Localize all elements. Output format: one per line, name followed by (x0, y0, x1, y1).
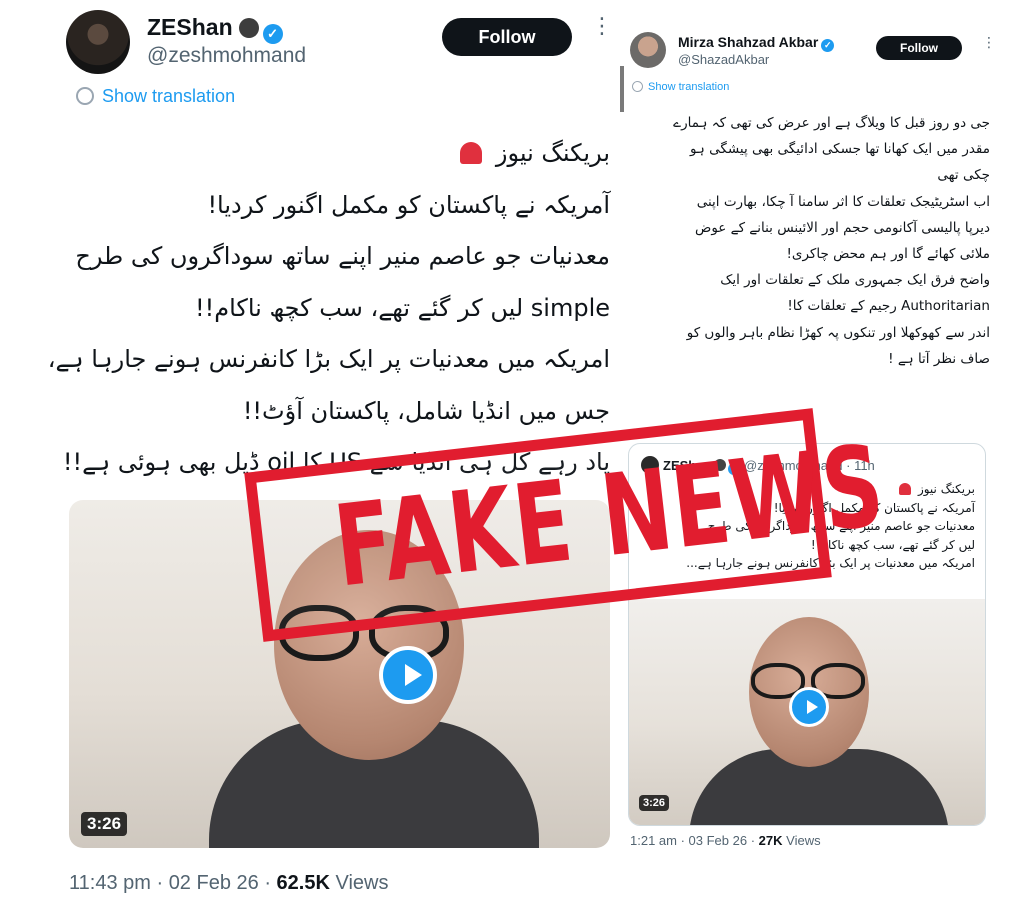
video-duration: 3:26 (639, 795, 670, 811)
tweet-line: جی دو روز قبل کا ویلاگ ہے اور عرض کی تھی… (673, 115, 990, 131)
author-name[interactable]: Mirza Shahzad Akbar ✓ (678, 34, 835, 52)
tweet-line: معدنیات جو عاصم منیر اپنے ساتھ سوداگروں … (75, 242, 610, 270)
affiliation-badge-icon (238, 18, 259, 38)
author-name[interactable]: ZEShan ✓ (147, 14, 283, 44)
thread-line (620, 66, 624, 112)
tweet-meta: 1:21 am · 03 Feb 26 · 27K Views (630, 833, 821, 848)
tweet-line: مقدر میں ایک کھانا تھا جسکی ادائیگی بھی … (689, 141, 990, 158)
show-translation-label: Show translation (102, 86, 236, 106)
verified-badge-icon: ✓ (821, 39, 835, 52)
tweet-line: امریکہ میں معدنیات پر ایک بڑا کانفرنس ہو… (47, 345, 610, 373)
video-duration: 3:26 (81, 812, 128, 836)
tweet-line: جس میں انڈیا شامل، پاکستان آؤٹ!! (242, 396, 610, 425)
views-label: Views (335, 872, 389, 894)
show-translation-link[interactable]: Show translation (632, 81, 729, 93)
tweet-time[interactable]: 11:43 pm (69, 872, 151, 894)
translate-icon (76, 87, 94, 105)
avatar[interactable] (630, 32, 666, 68)
views-count: 27K (758, 833, 783, 848)
views-label: Views (786, 833, 821, 848)
tweet-text: جی دو روز قبل کا ویلاگ ہے اور عرض کی تھی… (626, 110, 990, 372)
tweet-line: اندر سے کھوکھلا اور تنکوں پہ کھڑا نظام ب… (686, 324, 990, 341)
tweet-line: ملائی کھائے گا اور ہم محض چاکری! (786, 245, 991, 262)
play-icon[interactable] (379, 646, 437, 704)
tweet-date[interactable]: 03 Feb 26 (689, 833, 748, 848)
tweet-date[interactable]: 02 Feb 26 (169, 872, 259, 894)
tweet-line: اب اسٹریٹیجک تعلقات کا اثر سامنا آ چکا، … (696, 193, 990, 210)
follow-button[interactable]: Follow (442, 18, 572, 56)
more-options-icon[interactable]: ⋮ (591, 16, 613, 38)
display-name[interactable]: ZEShan (147, 14, 233, 40)
show-translation-link[interactable]: Show translation (76, 86, 235, 107)
avatar[interactable] (66, 10, 130, 74)
tweet-text: بریکنگ نیوز آمریکہ نے پاکستان کو مکمل اگ… (47, 128, 610, 489)
siren-emoji-icon (460, 142, 483, 164)
verified-badge-icon: ✓ (262, 24, 283, 44)
author-handle[interactable]: @ShazadAkbar (678, 52, 769, 67)
tweet-line: بریکنگ نیوز (60, 128, 610, 180)
tweet-line: واضح فرق ایک جمہوری ملک کے تعلقات اور ای… (720, 272, 990, 289)
tweet-line: آمریکہ نے پاکستان کو مکمل اگنور کردیا! (207, 190, 610, 219)
stamp-text: FAKE NEWS (328, 421, 891, 613)
tweet-time[interactable]: 1:21 am (630, 833, 677, 848)
author-handle[interactable]: @zeshmohmand (147, 44, 306, 68)
tweet-meta: 11:43 pm · 02 Feb 26 · 62.5K Views (69, 872, 389, 894)
play-icon[interactable] (789, 687, 829, 727)
tweet-line: چکی تھی (937, 167, 990, 184)
more-options-icon[interactable]: ⋮ (982, 36, 996, 50)
display-name[interactable]: Mirza Shahzad Akbar (678, 34, 818, 50)
show-translation-label: Show translation (648, 81, 730, 93)
tweet-line: صاف نظر آتا ہے ! (888, 350, 990, 367)
tweet-line: Authoritarian رجیم کے تعلقات کا! (787, 298, 990, 315)
tweet-line: دیرپا پالیسی آکانومی حجم اور الائینس بنا… (695, 219, 990, 236)
translate-icon (632, 81, 643, 92)
tweet-line: simple لیں کر گئے تھے، سب کچھ ناکام!! (195, 293, 610, 322)
views-count: 62.5K (276, 872, 330, 894)
video-player[interactable]: 3:26 (629, 599, 985, 825)
follow-button[interactable]: Follow (876, 36, 962, 60)
siren-emoji-icon (899, 483, 912, 495)
